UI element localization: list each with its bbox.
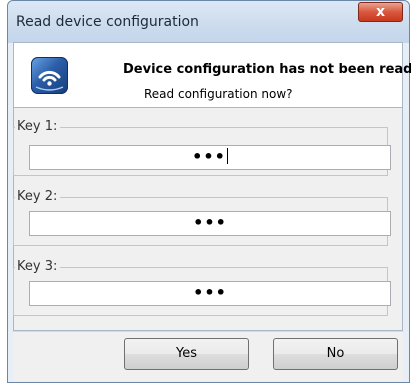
- close-icon: x: [375, 4, 386, 20]
- key2-input[interactable]: •••: [29, 211, 391, 236]
- window-title: Read device configuration: [16, 14, 199, 30]
- no-button[interactable]: No: [273, 338, 398, 370]
- key3-value: •••: [193, 283, 227, 302]
- wifi-device-icon: [31, 57, 68, 94]
- close-button[interactable]: x: [358, 2, 403, 22]
- key1-input[interactable]: •••: [29, 145, 391, 170]
- key3-input[interactable]: •••: [29, 281, 391, 306]
- header-main-text: Device configuration has not been read: [123, 62, 413, 77]
- header-sub-text: Read configuration now?: [144, 87, 293, 101]
- key1-value: •••: [192, 147, 226, 166]
- title-bar[interactable]: Read device configuration x: [8, 1, 409, 43]
- key1-label: Key 1:: [15, 119, 61, 134]
- key2-label: Key 2:: [15, 189, 61, 204]
- key3-label: Key 3:: [15, 259, 61, 274]
- yes-button[interactable]: Yes: [124, 338, 249, 370]
- text-caret: [226, 148, 228, 164]
- key2-value: •••: [193, 213, 227, 232]
